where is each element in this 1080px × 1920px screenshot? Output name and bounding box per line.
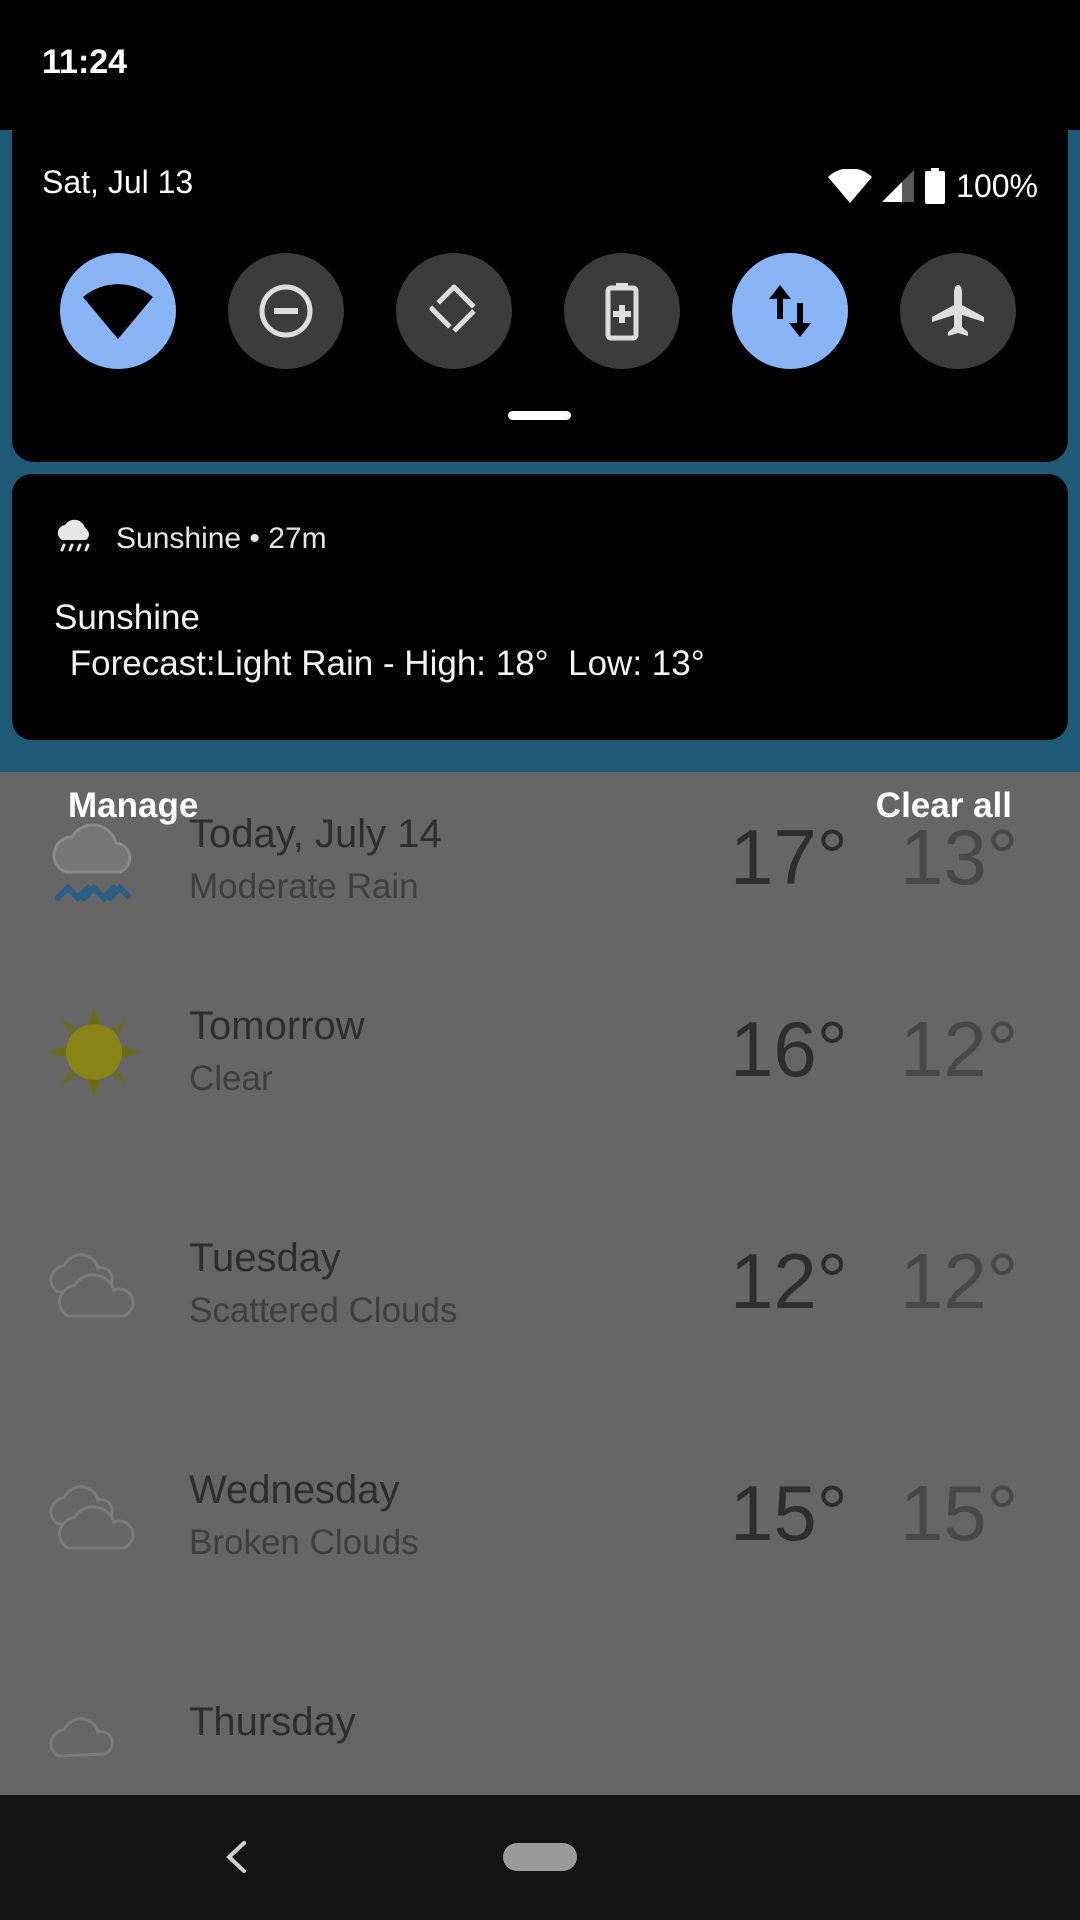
qs-date[interactable]: Sat, Jul 13 — [42, 164, 193, 201]
manage-notifications-button[interactable]: Manage — [68, 786, 198, 826]
clouds-icon — [49, 1717, 114, 1758]
forecast-day: Thursday — [189, 1700, 356, 1744]
forecast-description: Clear — [189, 1059, 273, 1098]
forecast-high: 15° — [730, 1469, 848, 1557]
qs-tile-battery-saver[interactable] — [564, 253, 680, 369]
cell-signal-icon — [882, 170, 915, 202]
forecast-low: 12° — [900, 1005, 1018, 1093]
status-bar: 11:24 — [0, 0, 1080, 130]
notification-header: Sunshine • 27m — [116, 522, 327, 555]
wifi-icon — [83, 284, 153, 339]
forecast-row-tomorrow[interactable]: Tomorrow Clear 16° 12° — [0, 964, 1080, 1196]
notification-body: Forecast:Light Rain - High: 18° Low: 13° — [60, 644, 705, 683]
forecast-row-wednesday[interactable]: Wednesday Broken Clouds 15° 15° — [0, 1428, 1080, 1660]
sun-icon — [48, 1006, 140, 1098]
clouds-icon — [49, 1485, 135, 1550]
qs-tile-mobile-data[interactable] — [732, 253, 848, 369]
battery-saver-icon — [605, 283, 639, 341]
forecast-description: Moderate Rain — [189, 867, 419, 906]
qs-tile-airplane-mode[interactable] — [900, 253, 1016, 369]
back-button[interactable] — [206, 1825, 266, 1889]
qs-expand-handle[interactable] — [508, 411, 571, 420]
quick-settings-panel: Sat, Jul 13 100% — [12, 126, 1068, 462]
clear-all-button[interactable]: Clear all — [876, 786, 1012, 826]
forecast-day: Today, July 14 — [189, 812, 442, 856]
qs-status-icons: 100% — [828, 166, 1038, 206]
forecast-list: Today, July 14 Moderate Rain 17° 13° Tom… — [0, 772, 1080, 1795]
forecast-day: Tomorrow — [189, 1004, 365, 1048]
forecast-high: 12° — [730, 1237, 848, 1325]
forecast-row-tuesday[interactable]: Tuesday Scattered Clouds 12° 12° — [0, 1196, 1080, 1428]
auto-rotate-icon — [429, 284, 479, 334]
airplane-mode-icon — [932, 285, 984, 336]
mobile-data-icon — [769, 285, 811, 337]
forecast-description: Broken Clouds — [189, 1523, 419, 1562]
qs-tile-wifi[interactable] — [60, 253, 176, 369]
battery-percentage: 100% — [956, 167, 1038, 204]
forecast-high: 17° — [730, 813, 848, 901]
notification-card[interactable]: Sunshine • 27m Sunshine Forecast:Light R… — [12, 474, 1068, 740]
forecast-low: 12° — [900, 1237, 1018, 1325]
forecast-day: Wednesday — [189, 1468, 400, 1512]
rain-cloud-icon — [57, 519, 90, 552]
forecast-day: Tuesday — [189, 1236, 341, 1280]
qs-tile-auto-rotate[interactable] — [396, 253, 512, 369]
back-chevron-icon — [226, 1841, 246, 1873]
do-not-disturb-icon — [259, 284, 313, 338]
qs-tile-do-not-disturb[interactable] — [228, 253, 344, 369]
forecast-row-thursday[interactable]: Thursday — [0, 1660, 1080, 1795]
forecast-high: 16° — [730, 1005, 848, 1093]
home-button[interactable] — [503, 1843, 577, 1871]
notification-title: Sunshine — [54, 598, 200, 637]
status-clock: 11:24 — [42, 43, 128, 81]
forecast-low: 15° — [900, 1469, 1018, 1557]
forecast-description: Scattered Clouds — [189, 1291, 458, 1330]
wifi-signal-icon — [828, 169, 873, 203]
battery-icon — [925, 168, 946, 204]
clouds-icon — [49, 1253, 135, 1318]
